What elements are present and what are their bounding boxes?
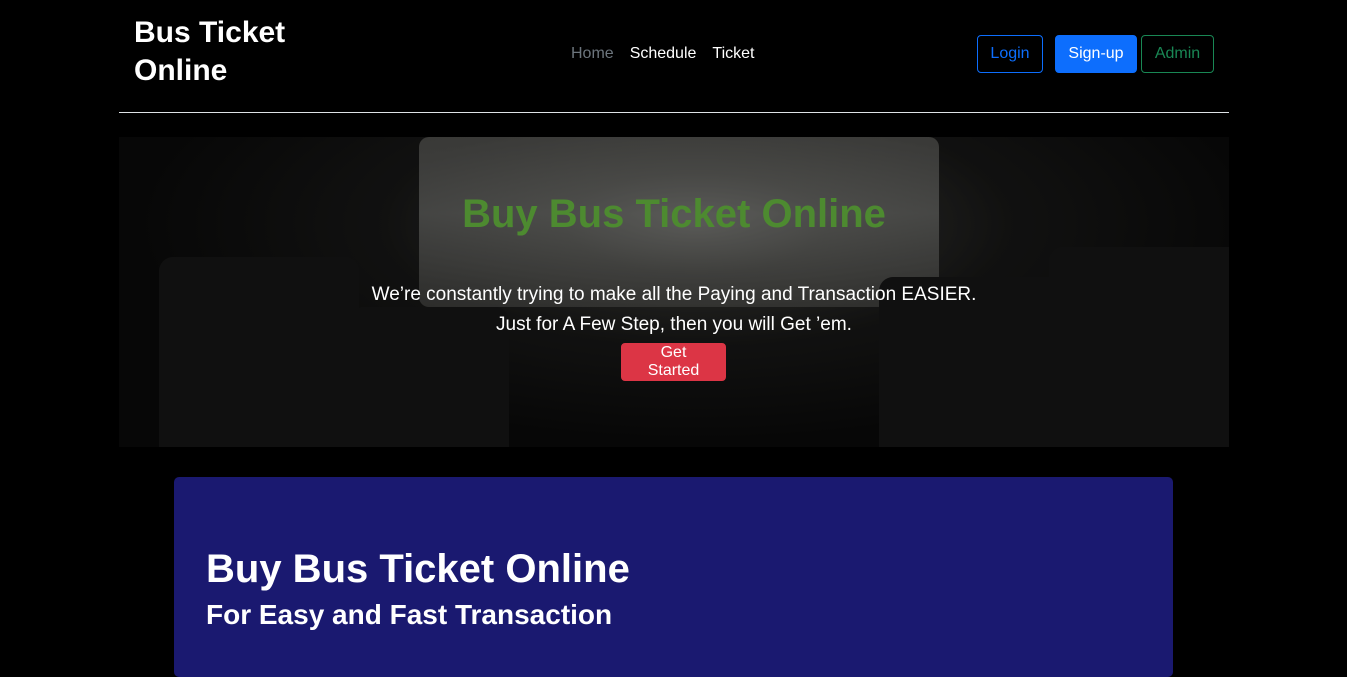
nav-item-schedule[interactable]: Schedule — [630, 45, 697, 63]
jumbotron-title: Buy Bus Ticket Online — [206, 547, 630, 591]
navbar: Bus Ticket Online Home Schedule Ticket L… — [119, 0, 1229, 113]
nav-item-ticket[interactable]: Ticket — [712, 45, 754, 63]
auth-buttons: Login Sign-up Admin — [977, 35, 1214, 73]
nav-item-home[interactable]: Home — [571, 45, 614, 63]
login-button[interactable]: Login — [977, 35, 1043, 73]
hero-text: We’re constantly trying to make all the … — [371, 284, 977, 335]
hero-title: Buy Bus Ticket Online — [462, 192, 886, 236]
main-nav: Home Schedule Ticket — [571, 45, 754, 63]
page-container: Bus Ticket Online Home Schedule Ticket L… — [119, 0, 1229, 447]
jumbotron: Buy Bus Ticket Online For Easy and Fast … — [174, 477, 1173, 677]
hero-section: Buy Bus Ticket Online We’re constantly t… — [119, 137, 1229, 447]
get-started-button[interactable]: Get Started — [621, 343, 726, 381]
jumbotron-subtitle: For Easy and Fast Transaction — [206, 599, 613, 630]
brand-logo[interactable]: Bus Ticket Online — [134, 14, 314, 90]
admin-button[interactable]: Admin — [1141, 35, 1214, 73]
signup-button[interactable]: Sign-up — [1055, 35, 1137, 73]
